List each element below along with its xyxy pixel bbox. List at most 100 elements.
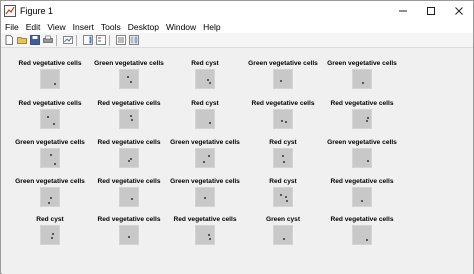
- cell-image: [273, 69, 293, 89]
- subplot-title: Green vegetative cells: [15, 178, 85, 185]
- link-plot-icon[interactable]: [62, 35, 73, 46]
- subplot-cell: Red cyst: [243, 178, 323, 207]
- menu-insert[interactable]: Insert: [70, 22, 97, 32]
- subplot-title: Green vegetative cells: [94, 60, 164, 67]
- matlab-figure-icon: [4, 4, 16, 17]
- cell-speck: [51, 237, 53, 239]
- cell-speck: [209, 82, 211, 84]
- menu-desktop[interactable]: Desktop: [125, 22, 162, 32]
- cell-image: [273, 109, 293, 129]
- menu-help[interactable]: Help: [200, 22, 223, 32]
- cell-speck: [52, 233, 54, 235]
- cell-speck: [208, 234, 210, 236]
- cell-speck: [50, 197, 52, 199]
- cell-speck: [128, 236, 130, 238]
- cell-image: [273, 148, 293, 168]
- cell-image: [195, 187, 215, 207]
- cell-image: [352, 148, 372, 168]
- subplot-cell: Green vegetative cells: [10, 178, 90, 207]
- subplot-title: Red cyst: [36, 216, 64, 223]
- subplot-cell: Green vegetative cells: [243, 60, 323, 89]
- subplot-cell: Green cyst: [243, 216, 323, 245]
- cell-speck: [367, 117, 369, 119]
- cell-image: [352, 187, 372, 207]
- subplot-cell: Red cyst: [10, 216, 90, 245]
- cell-speck: [280, 80, 282, 82]
- cell-image: [195, 148, 215, 168]
- menu-view[interactable]: View: [44, 22, 68, 32]
- minimize-button[interactable]: [389, 1, 417, 20]
- minimize-icon: [399, 10, 407, 11]
- toolbar-separator: [76, 34, 77, 46]
- subplot-title: Green vegetative cells: [15, 139, 85, 146]
- subplot-cell: Red cyst: [165, 60, 245, 89]
- subplot-cell: Red vegetative cells: [10, 100, 90, 129]
- subplot-title: Red vegetative cells: [97, 139, 161, 146]
- subplot-cell: Red vegetative cells: [322, 178, 402, 207]
- cell-speck: [280, 194, 282, 196]
- toolbar-separator: [109, 34, 110, 46]
- cell-speck: [286, 200, 288, 202]
- cell-image: [119, 109, 139, 129]
- cell-speck: [204, 197, 206, 199]
- subplot-title: Red cyst: [191, 60, 219, 67]
- subplot-cell: Red vegetative cells: [89, 216, 169, 245]
- subplot-cell: Green vegetative cells: [165, 139, 245, 168]
- cell-speck: [128, 160, 130, 162]
- cell-speck: [208, 155, 210, 157]
- cell-image: [352, 109, 372, 129]
- cell-speck: [48, 202, 50, 204]
- subplot-cell: Green vegetative cells: [322, 60, 402, 89]
- subplot-title: Red vegetative cells: [97, 216, 161, 223]
- cell-speck: [130, 158, 132, 160]
- cell-speck: [130, 115, 132, 117]
- hide-plot-tools-icon[interactable]: [115, 35, 126, 46]
- save-icon[interactable]: [29, 35, 40, 46]
- cell-image: [40, 187, 60, 207]
- close-button[interactable]: [445, 1, 473, 20]
- cell-image: [195, 69, 215, 89]
- cell-speck: [131, 119, 133, 121]
- maximize-button[interactable]: [417, 1, 445, 20]
- figure-canvas: Red vegetative cells Green vegetative cel…: [2, 48, 473, 274]
- subplot-title: Red vegetative cells: [97, 100, 161, 107]
- show-plot-tools-icon[interactable]: [128, 35, 139, 46]
- subplot-cell: Red vegetative cells: [89, 100, 169, 129]
- subplot-cell: Red vegetative cells: [322, 100, 402, 129]
- subplot-cell: Red vegetative cells: [89, 178, 169, 207]
- subplot-title: Red cyst: [269, 139, 297, 146]
- menu-edit[interactable]: Edit: [23, 22, 44, 32]
- subplot-title: Red vegetative cells: [18, 100, 82, 107]
- cell-image: [119, 69, 139, 89]
- subplot-cell: Red vegetative cells: [10, 60, 90, 89]
- insert-legend-icon[interactable]: [95, 35, 106, 46]
- figure-toolbar: [1, 33, 473, 48]
- cell-speck: [366, 120, 368, 122]
- subplot-title: Green vegetative cells: [170, 139, 240, 146]
- insert-colorbar-icon[interactable]: [82, 35, 93, 46]
- print-icon[interactable]: [42, 35, 53, 46]
- cell-speck: [203, 161, 205, 163]
- subplot-title: Red vegetative cells: [18, 60, 82, 67]
- cell-speck: [53, 123, 55, 125]
- subplot-cell: Red vegetative cells: [322, 216, 402, 245]
- figure-window: Figure 1 File Edit View Insert Tools Des…: [0, 0, 474, 274]
- subplot-title: Green vegetative cells: [327, 60, 397, 67]
- cell-image: [273, 225, 293, 245]
- subplot-title: Red cyst: [269, 178, 297, 185]
- title-bar: Figure 1: [1, 1, 473, 20]
- cell-speck: [54, 163, 56, 165]
- cell-speck: [47, 116, 49, 118]
- menu-file[interactable]: File: [2, 22, 22, 32]
- cell-image: [273, 187, 293, 207]
- cell-image: [195, 225, 215, 245]
- subplot-title: Red vegetative cells: [251, 100, 315, 107]
- new-figure-icon[interactable]: [3, 35, 14, 46]
- open-icon[interactable]: [16, 35, 27, 46]
- subplot-cell: Green vegetative cells: [165, 178, 245, 207]
- menu-tools[interactable]: Tools: [98, 22, 124, 32]
- menu-window[interactable]: Window: [163, 22, 199, 32]
- subplot-title: Red vegetative cells: [97, 178, 161, 185]
- cell-speck: [362, 82, 364, 84]
- cell-speck: [50, 154, 52, 156]
